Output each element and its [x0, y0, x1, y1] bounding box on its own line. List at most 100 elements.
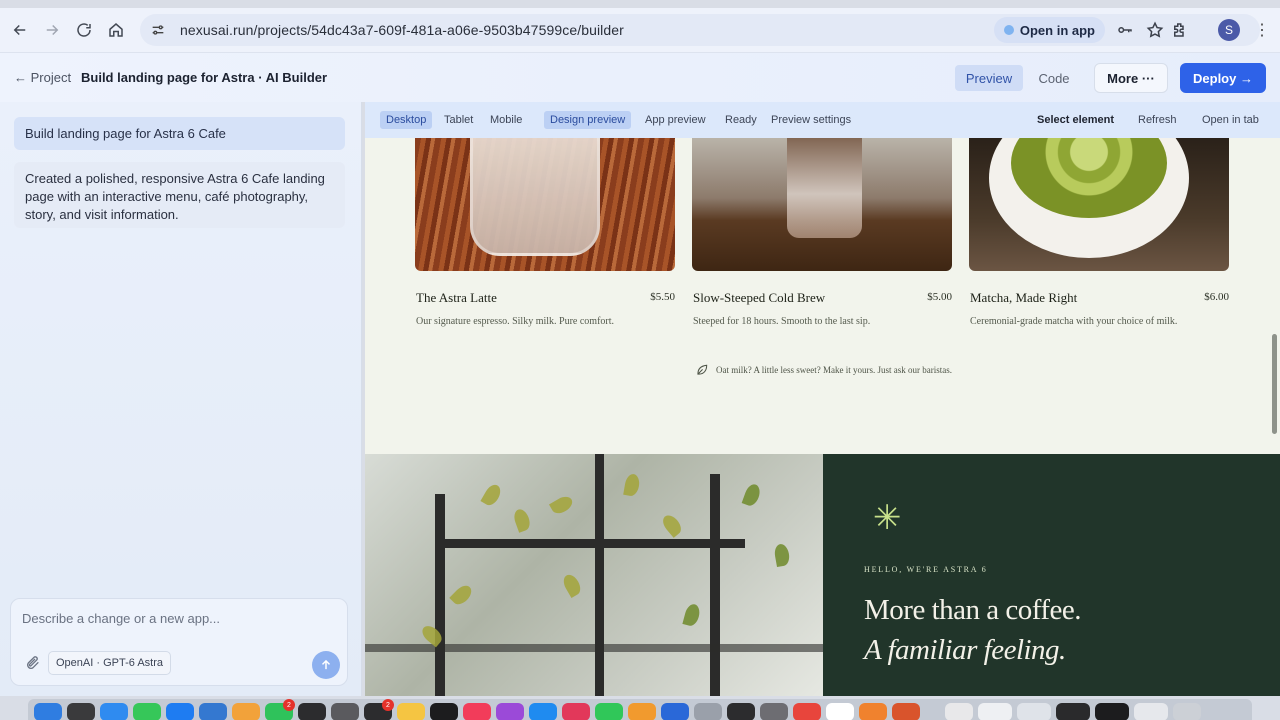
reload-icon[interactable] [68, 14, 100, 46]
send-button[interactable] [312, 651, 340, 679]
recent-window-thumbnail[interactable] [1134, 703, 1168, 720]
profile-avatar[interactable]: S [1218, 19, 1240, 41]
browser-toolbar: nexusai.run/projects/54dc43a7-609f-481a-… [0, 8, 1280, 52]
contacts-icon[interactable] [331, 703, 359, 720]
page-title: Build landing page for Astra · AI Builde… [81, 70, 328, 85]
macos-dock: 2 2 [28, 699, 1252, 720]
latte-photo [415, 138, 675, 271]
terminal-icon[interactable] [727, 703, 755, 720]
recent-window-thumbnail[interactable] [1095, 703, 1129, 720]
menu-note: Oat milk? A little less sweet? Make it y… [695, 363, 952, 377]
status-text: Ready [725, 114, 757, 126]
calendar-icon[interactable] [298, 703, 326, 720]
recent-window-thumbnail[interactable] [1017, 703, 1051, 720]
extensions-icon[interactable] [1170, 20, 1190, 40]
finder-icon[interactable] [34, 703, 62, 720]
tab-code[interactable]: Code [1030, 65, 1078, 91]
bookmark-star-icon[interactable] [1145, 20, 1165, 40]
maps-icon[interactable] [199, 703, 227, 720]
podcasts-icon[interactable] [496, 703, 524, 720]
chatgpt-icon[interactable] [826, 703, 854, 720]
news-icon[interactable] [562, 703, 590, 720]
app-icon [1003, 25, 1014, 35]
messages-icon[interactable] [133, 703, 161, 720]
home-icon[interactable] [100, 14, 132, 46]
open-in-app-label: Open in app [1019, 22, 1095, 38]
url-text[interactable]: nexusai.run/projects/54dc43a7-609f-481a-… [180, 22, 624, 38]
notification-badge: 2 [382, 699, 394, 711]
story-section: ✳ HELLO, WE'RE ASTRA 6 More than a coffe… [823, 454, 1280, 696]
cafe-interior-photo [365, 454, 823, 696]
model-selector[interactable]: OpenAI · GPT-6 Astra [48, 651, 171, 675]
cold-brew-photo [692, 138, 952, 271]
back-arrow-icon[interactable] [4, 14, 36, 46]
recent-window-thumbnail[interactable] [1056, 703, 1090, 720]
chat-input[interactable] [22, 611, 322, 626]
reminders-icon[interactable]: 2 [364, 699, 394, 720]
tv-icon[interactable] [430, 703, 458, 720]
matcha-photo [969, 138, 1229, 271]
preview-toolbar: Desktop Tablet Mobile Design preview App… [365, 102, 1280, 138]
select-element-button[interactable]: Select element [1031, 111, 1120, 129]
site-settings-icon[interactable] [150, 21, 168, 39]
launchpad-icon[interactable] [67, 703, 95, 720]
device-desktop-button[interactable]: Desktop [380, 111, 433, 129]
arrow-up-icon [321, 659, 331, 670]
photos-icon[interactable] [232, 703, 260, 720]
leaf-icon [697, 364, 708, 375]
back-to-project-link[interactable]: ← Project [14, 70, 71, 85]
menu-note-text: Oat milk? A little less sweet? Make it y… [716, 365, 952, 375]
device-tablet-button[interactable]: Tablet [438, 111, 479, 129]
menu-item-description: Ceremonial-grade matcha with your choice… [970, 316, 1178, 327]
safari-icon[interactable] [100, 703, 128, 720]
menu-item-name: Slow-Steeped Cold Brew [693, 290, 826, 305]
asterisk-icon: ✳ [873, 498, 902, 538]
chat-composer: OpenAI · GPT-6 Astra [10, 598, 348, 686]
app-header: ← Project Build landing page for Astra ·… [0, 52, 1280, 102]
menu-item-name: The Astra Latte [416, 290, 497, 305]
more-button[interactable]: More ··· [1094, 63, 1168, 93]
story-eyebrow: HELLO, WE'RE ASTRA 6 [864, 565, 988, 574]
refresh-button[interactable]: Refresh [1132, 111, 1183, 129]
menu-item-price: $6.00 [1204, 291, 1229, 303]
app-store-icon[interactable] [529, 703, 557, 720]
xcode-icon[interactable] [661, 703, 689, 720]
menu-item-price: $5.00 [927, 291, 952, 303]
chat-sidebar: Build landing page for Astra 6 Cafe Crea… [0, 102, 362, 696]
user-prompt-message: Build landing page for Astra 6 Cafe [14, 117, 345, 150]
pages-icon[interactable] [628, 703, 656, 720]
notification-badge: 2 [283, 699, 295, 711]
numbers-icon[interactable] [595, 703, 623, 720]
claude-icon[interactable] [892, 703, 920, 720]
deploy-button[interactable]: Deploy → [1180, 63, 1266, 93]
notes-icon[interactable] [397, 703, 425, 720]
key-icon[interactable] [1115, 20, 1135, 40]
open-in-app-button[interactable]: Open in app [993, 17, 1105, 43]
browser-menu-icon[interactable]: ⋮ [1252, 20, 1272, 40]
music-icon[interactable] [463, 703, 491, 720]
firefox-icon[interactable] [859, 703, 887, 720]
system-settings-icon[interactable] [760, 703, 788, 720]
preview-settings-button[interactable]: Preview settings [765, 111, 857, 129]
story-headline: More than a coffee. [864, 594, 1082, 626]
address-bar[interactable]: nexusai.run/projects/54dc43a7-609f-481a-… [140, 14, 1260, 46]
device-mobile-button[interactable]: Mobile [484, 111, 528, 129]
site-preview[interactable]: The Astra Latte $5.50 Our signature espr… [365, 138, 1280, 696]
menu-item-description: Our signature espresso. Silky milk. Pure… [416, 316, 615, 327]
open-in-tab-button[interactable]: Open in tab [1196, 111, 1265, 129]
app-preview-tab[interactable]: App preview [639, 111, 712, 129]
menu-item-price: $5.50 [650, 291, 675, 303]
design-preview-tab[interactable]: Design preview [544, 111, 632, 129]
facetime-icon[interactable]: 2 [265, 699, 295, 720]
story-headline-italic: A familiar feeling. [864, 634, 1066, 666]
downloads-stack-icon[interactable] [945, 703, 973, 720]
trash-icon[interactable] [1173, 703, 1201, 720]
tab-preview[interactable]: Preview [955, 65, 1023, 91]
preview-app-icon[interactable] [694, 703, 722, 720]
chrome-icon[interactable] [793, 703, 821, 720]
forward-arrow-icon[interactable] [36, 14, 68, 46]
mail-icon[interactable] [166, 703, 194, 720]
preview-scrollbar[interactable] [1272, 334, 1277, 434]
recent-window-thumbnail[interactable] [978, 703, 1012, 720]
paperclip-icon[interactable] [25, 655, 41, 671]
